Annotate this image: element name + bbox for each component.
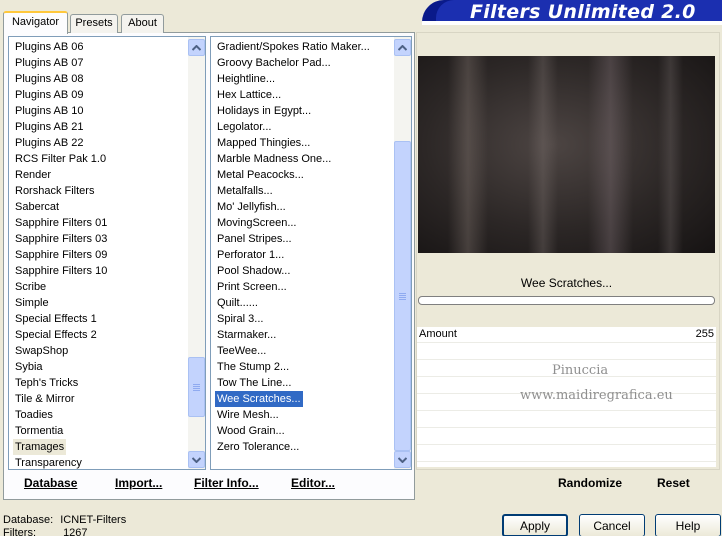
preview-image (418, 56, 715, 253)
chevron-down-icon (192, 456, 201, 463)
scroll-up-button[interactable] (188, 39, 205, 56)
status-filters: Filters: 1267 (3, 527, 88, 536)
list-item[interactable]: Special Effects 2 (13, 327, 99, 343)
list-item[interactable]: Wee Scratches... (215, 391, 303, 407)
list-item[interactable]: Plugins AB 10 (13, 103, 86, 119)
list-item[interactable]: Spiral 3... (215, 311, 265, 327)
list-item[interactable]: Scribe (13, 279, 48, 295)
import-button[interactable]: Import... (115, 476, 162, 490)
list-item[interactable]: Perforator 1... (215, 247, 286, 263)
list-item[interactable]: Panel Stripes... (215, 231, 294, 247)
list-item[interactable]: Starmaker... (215, 327, 278, 343)
tab-presets[interactable]: Presets (70, 14, 118, 33)
list-item[interactable]: Mapped Thingies... (215, 135, 312, 151)
tab-about[interactable]: About (121, 14, 164, 33)
list-item[interactable]: Simple (13, 295, 51, 311)
list-item[interactable]: Mo' Jellyfish... (215, 199, 288, 215)
reset-button[interactable]: Reset (657, 476, 690, 490)
chevron-up-icon (192, 44, 201, 51)
list-item[interactable]: Tow The Line... (215, 375, 293, 391)
scroll-down-button[interactable] (188, 451, 205, 468)
tab-navigator[interactable]: Navigator (3, 11, 68, 34)
category-scrollbar[interactable] (188, 37, 205, 469)
list-item[interactable]: SwapShop (13, 343, 70, 359)
list-item[interactable]: Special Effects 1 (13, 311, 99, 327)
progress-bar (418, 296, 715, 305)
list-item[interactable]: Groovy Bachelor Pad... (215, 55, 333, 71)
chevron-up-icon (398, 44, 407, 51)
list-item[interactable]: RCS Filter Pak 1.0 (13, 151, 108, 167)
list-item[interactable]: MovingScreen... (215, 215, 298, 231)
app-title: Filters Unlimited 2.0 (470, 1, 696, 23)
scroll-down-button[interactable] (394, 451, 411, 468)
list-item[interactable]: Toadies (13, 407, 55, 423)
scroll-thumb[interactable] (394, 141, 411, 451)
parameter-list: Amount 255 Pinuccia www.maidiregrafica.e… (417, 327, 716, 467)
selected-filter-label: Wee Scratches... (520, 276, 613, 290)
param-label: Amount (419, 328, 457, 340)
randomize-button[interactable]: Randomize (558, 476, 622, 490)
list-item[interactable]: Metal Peacocks... (215, 167, 306, 183)
list-item[interactable]: Gradient/Spokes Ratio Maker... (215, 39, 372, 55)
list-item[interactable]: Sybia (13, 359, 45, 375)
chevron-down-icon (398, 456, 407, 463)
list-item[interactable]: Sapphire Filters 03 (13, 231, 109, 247)
filter-list[interactable]: Gradient/Spokes Ratio Maker... Groovy Bac… (210, 36, 412, 470)
category-list[interactable]: Plugins AB 06 Plugins AB 07 Plugins AB 08 P… (8, 36, 206, 470)
editor-button[interactable]: Editor... (291, 476, 335, 490)
list-item[interactable]: Render (13, 167, 53, 183)
help-button[interactable]: Help (655, 514, 721, 536)
title-banner: Filters Unlimited 2.0 (422, 0, 722, 25)
list-item[interactable]: Marble Madness One... (215, 151, 333, 167)
list-item[interactable]: Teph's Tricks (13, 375, 80, 391)
list-item[interactable]: Rorshack Filters (13, 183, 96, 199)
list-item[interactable]: Quilt...... (215, 295, 260, 311)
list-item[interactable]: Sapphire Filters 09 (13, 247, 109, 263)
list-item[interactable]: Holidays in Egypt... (215, 103, 313, 119)
list-item[interactable]: Sapphire Filters 01 (13, 215, 109, 231)
list-item[interactable]: Pool Shadow... (215, 263, 292, 279)
database-button[interactable]: Database (24, 476, 77, 490)
list-item[interactable]: Sapphire Filters 10 (13, 263, 109, 279)
list-item[interactable]: Plugins AB 21 (13, 119, 86, 135)
cancel-button[interactable]: Cancel (579, 514, 645, 536)
list-item[interactable]: Legolator... (215, 119, 273, 135)
list-item[interactable]: Plugins AB 09 (13, 87, 86, 103)
list-item[interactable]: Plugins AB 06 (13, 39, 86, 55)
list-item[interactable]: TeeWee... (215, 343, 268, 359)
list-item[interactable]: Transparency (13, 455, 84, 469)
filter-scrollbar[interactable] (394, 37, 411, 469)
watermark-url: www.maidiregrafica.eu (520, 388, 673, 403)
list-item[interactable]: Heightline... (215, 71, 277, 87)
list-item[interactable]: Wire Mesh... (215, 407, 281, 423)
list-item[interactable]: Print Screen... (215, 279, 289, 295)
scroll-up-button[interactable] (394, 39, 411, 56)
list-item[interactable]: Zero Tolerance... (215, 439, 301, 455)
list-item[interactable]: Hex Lattice... (215, 87, 283, 103)
list-item[interactable]: Metalfalls... (215, 183, 275, 199)
list-item[interactable]: Sabercat (13, 199, 61, 215)
list-item[interactable]: Tramages (13, 439, 67, 455)
list-item[interactable]: The Stump 2... (215, 359, 291, 375)
list-item[interactable]: Plugins AB 22 (13, 135, 86, 151)
apply-button[interactable]: Apply (502, 514, 568, 536)
param-value: 255 (695, 328, 714, 340)
list-item[interactable]: Tormentia (13, 423, 65, 439)
watermark-name: Pinuccia (552, 363, 609, 378)
status-database: Database: ICNET-Filters (3, 514, 127, 526)
list-item[interactable]: Plugins AB 07 (13, 55, 86, 71)
list-item[interactable]: Tile & Mirror (13, 391, 76, 407)
scroll-thumb[interactable] (188, 357, 205, 417)
filter-info-button[interactable]: Filter Info... (194, 476, 259, 490)
param-row-amount[interactable]: Amount 255 (417, 327, 716, 343)
list-item[interactable]: Plugins AB 08 (13, 71, 86, 87)
list-item[interactable]: Wood Grain... (215, 423, 287, 439)
